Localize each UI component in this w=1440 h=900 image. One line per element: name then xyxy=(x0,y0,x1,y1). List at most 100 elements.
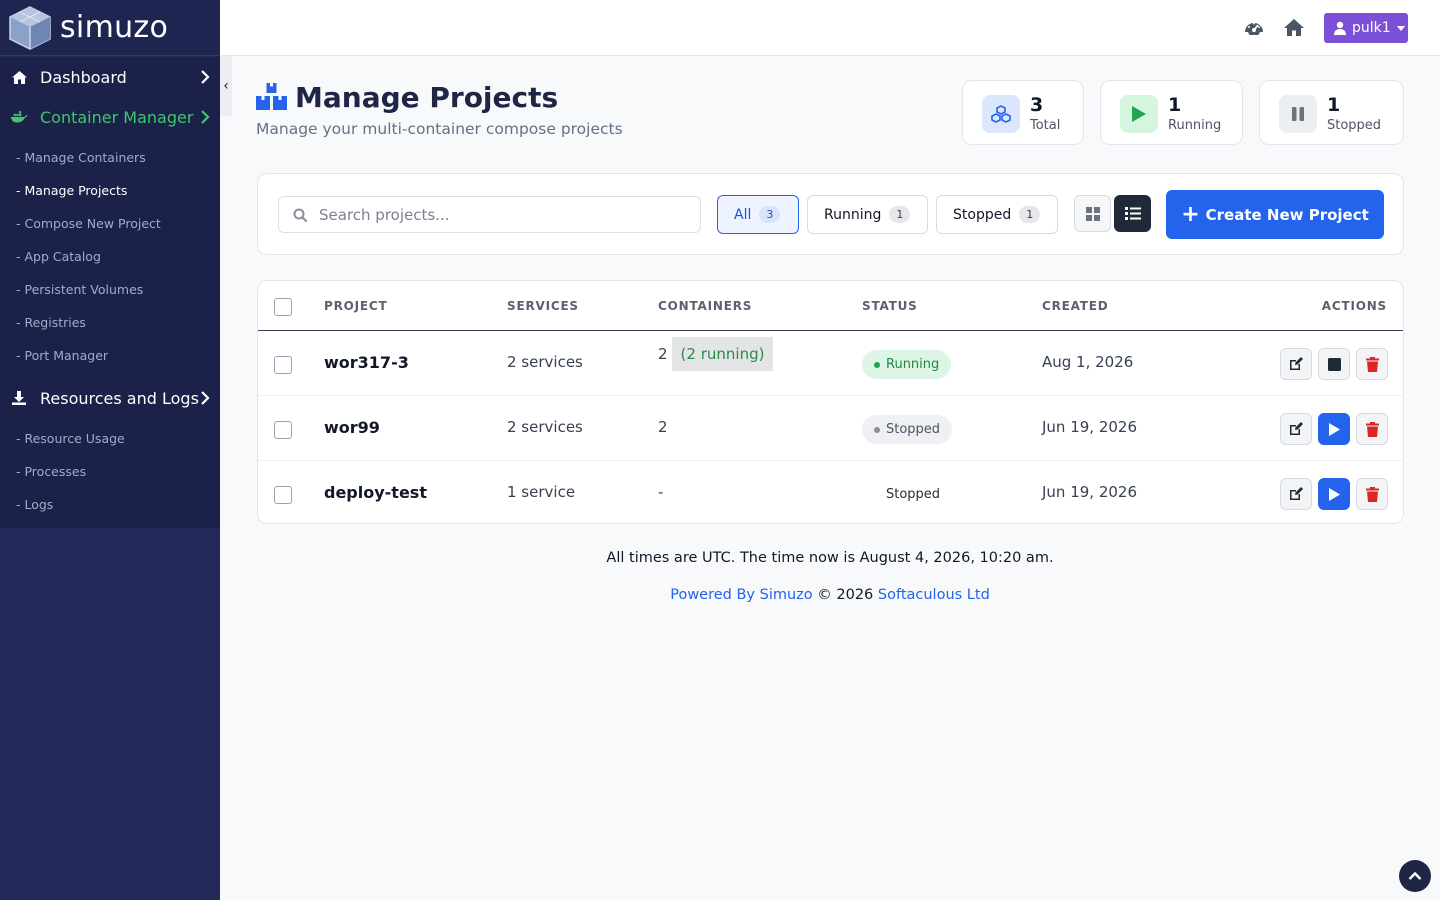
cubes-stat-icon xyxy=(982,95,1020,133)
sidebar-item-app-catalog[interactable]: - App Catalog xyxy=(0,240,220,273)
containers-running-note: (2 running) xyxy=(671,337,774,371)
home-icon xyxy=(10,68,28,86)
list-icon xyxy=(1124,207,1141,220)
sidebar-item-logs[interactable]: - Logs xyxy=(0,488,220,521)
trash-icon xyxy=(1365,356,1379,372)
stop-button[interactable] xyxy=(1318,348,1350,380)
sidebar-item-compose-new-project[interactable]: - Compose New Project xyxy=(0,207,220,240)
search-input[interactable] xyxy=(319,197,694,232)
project-name[interactable]: wor317-3 xyxy=(324,353,409,372)
sidebar-item-registries[interactable]: - Registries xyxy=(0,306,220,339)
filter-count-badge: 1 xyxy=(1019,206,1041,223)
project-containers: 2 xyxy=(658,418,668,436)
edit-icon xyxy=(1290,422,1303,435)
select-all-checkbox[interactable] xyxy=(274,298,292,316)
page-title: Manage Projects xyxy=(256,78,623,116)
edit-button[interactable] xyxy=(1280,478,1312,510)
play-icon xyxy=(1328,422,1340,436)
header-status[interactable]: STATUS xyxy=(862,299,918,313)
status-badge: Running xyxy=(862,350,952,379)
play-stat-icon xyxy=(1120,95,1158,133)
status-text: Stopped xyxy=(886,422,941,437)
project-name[interactable]: deploy-test xyxy=(324,483,427,502)
stop-icon xyxy=(1327,357,1341,371)
row-checkbox[interactable] xyxy=(274,421,292,439)
project-name[interactable]: wor99 xyxy=(324,418,380,437)
sidebar-item-dashboard[interactable]: Dashboard xyxy=(0,57,220,97)
footer-time-note: All times are UTC. The time now is Augus… xyxy=(606,550,1054,566)
sidebar-item-port-manager[interactable]: - Port Manager xyxy=(0,339,220,372)
edit-button[interactable] xyxy=(1280,413,1312,445)
powered-by-link[interactable]: Powered By Simuzo xyxy=(670,587,812,603)
table-row: wor317-3 2 services 2 (2 running) Running… xyxy=(258,331,1403,396)
header-created[interactable]: CREATED xyxy=(1042,299,1109,313)
grid-view-button[interactable] xyxy=(1074,195,1111,232)
page-header: Manage Projects Manage your multi-contai… xyxy=(256,78,623,138)
list-view-button[interactable] xyxy=(1114,195,1151,232)
project-services: 2 services xyxy=(507,353,583,371)
speedometer-icon[interactable] xyxy=(1243,17,1265,39)
chevron-right-icon xyxy=(201,70,210,84)
filter-running-button[interactable]: Running 1 xyxy=(807,195,928,234)
sidebar-collapse-toggle[interactable]: ‹ xyxy=(220,56,232,116)
filter-label: Running xyxy=(824,206,882,223)
delete-button[interactable] xyxy=(1356,478,1388,510)
start-button[interactable] xyxy=(1318,413,1350,445)
stat-stopped: 1 Stopped xyxy=(1259,80,1404,145)
brand-name: simuzo xyxy=(60,10,169,45)
projects-table: PROJECT SERVICES CONTAINERS STATUS CREAT… xyxy=(257,280,1404,524)
sidebar-item-manage-containers[interactable]: - Manage Containers xyxy=(0,141,220,174)
filter-count-badge: 3 xyxy=(759,206,781,223)
status-text: Running xyxy=(886,357,940,372)
delete-button[interactable] xyxy=(1356,348,1388,380)
brand[interactable]: simuzo xyxy=(0,0,220,56)
download-icon xyxy=(10,389,28,407)
home-icon[interactable] xyxy=(1283,17,1305,39)
filter-stopped-button[interactable]: Stopped 1 xyxy=(936,195,1058,234)
sidebar-item-processes[interactable]: - Processes xyxy=(0,455,220,488)
status-dot xyxy=(874,361,880,368)
create-new-project-button[interactable]: + Create New Project xyxy=(1166,190,1384,239)
filter-all-button[interactable]: All 3 xyxy=(717,195,799,234)
top-bar: pulk1 xyxy=(220,0,1440,56)
filter-count-badge: 1 xyxy=(889,206,911,223)
header-containers[interactable]: CONTAINERS xyxy=(658,299,752,313)
page-title-text: Manage Projects xyxy=(295,80,559,114)
scroll-to-top-button[interactable] xyxy=(1399,860,1431,892)
edit-button[interactable] xyxy=(1280,348,1312,380)
sidebar-item-container-manager[interactable]: Container Manager xyxy=(0,97,220,137)
stat-total-label: Total xyxy=(1030,118,1061,133)
project-created: Jun 19, 2026 xyxy=(1042,418,1138,436)
company-link[interactable]: Softaculous Ltd xyxy=(878,587,990,603)
pause-stat-icon xyxy=(1279,95,1317,133)
header-services[interactable]: SERVICES xyxy=(507,299,579,313)
search-icon xyxy=(293,208,308,223)
chevron-right-icon xyxy=(201,391,210,405)
docker-icon xyxy=(10,108,28,126)
sidebar-item-label: Dashboard xyxy=(40,67,127,87)
stat-total: 3 Total xyxy=(962,80,1084,145)
user-menu-button[interactable]: pulk1 xyxy=(1324,13,1408,43)
project-services: 1 service xyxy=(507,483,576,501)
sidebar-item-resources-and-logs[interactable]: Resources and Logs xyxy=(0,378,220,418)
row-checkbox[interactable] xyxy=(274,486,292,504)
project-containers: - xyxy=(658,483,664,501)
projects-toolbar: All 3 Running 1 Stopped 1 + Create New P… xyxy=(257,173,1404,255)
status-badge: Stopped xyxy=(874,480,952,509)
sidebar-item-manage-projects[interactable]: - Manage Projects xyxy=(0,174,220,207)
start-button[interactable] xyxy=(1318,478,1350,510)
status-text: Stopped xyxy=(886,487,941,502)
footer-credit: Powered By Simuzo © 2026 Softaculous Ltd xyxy=(220,587,1440,603)
table-header: PROJECT SERVICES CONTAINERS STATUS CREAT… xyxy=(258,281,1403,331)
header-project[interactable]: PROJECT xyxy=(324,299,388,313)
table-row: wor99 2 services 2 Stopped Jun 19, 2026 xyxy=(258,396,1403,461)
copyright-text: © 2026 xyxy=(817,587,874,603)
plus-icon: + xyxy=(1181,201,1200,227)
play-icon xyxy=(1328,487,1340,501)
cube-logo-icon xyxy=(9,5,51,50)
delete-button[interactable] xyxy=(1356,413,1388,445)
sidebar-item-persistent-volumes[interactable]: - Persistent Volumes xyxy=(0,273,220,306)
sidebar-item-resource-usage[interactable]: - Resource Usage xyxy=(0,422,220,455)
trash-icon xyxy=(1365,486,1379,502)
row-checkbox[interactable] xyxy=(274,356,292,374)
